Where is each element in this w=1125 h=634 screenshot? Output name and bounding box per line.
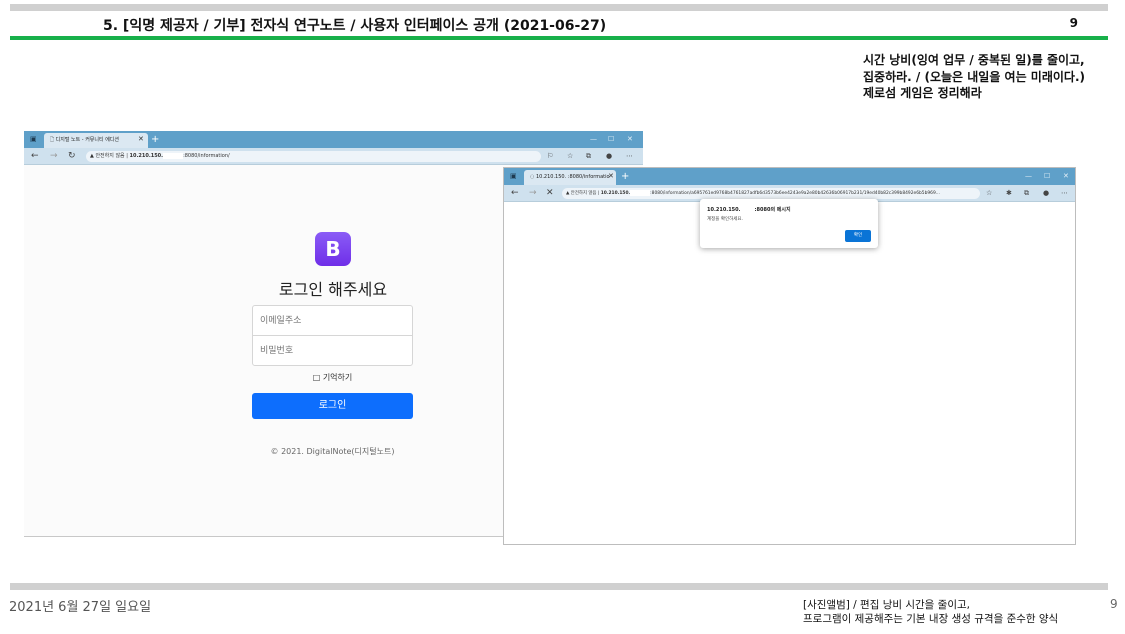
footer-date: 2021년 6월 27일 일요일 — [9, 600, 152, 615]
side-note-line: 시간 낭비(잉여 업무 / 중복된 일)를 줄이고, — [863, 53, 1085, 67]
new-tab-icon[interactable]: + — [621, 169, 629, 184]
side-note-line: 집중하라. / (오늘은 내일을 여는 미래이다.) — [863, 69, 1085, 84]
warning-icon: ▲ — [566, 191, 570, 196]
window-menu-icon[interactable]: ▣ — [510, 169, 517, 184]
reload-icon[interactable]: ↻ — [68, 148, 76, 165]
favorites-icon[interactable]: ☆ — [567, 148, 573, 165]
remember-me-checkbox[interactable]: □ 기억하기 — [252, 372, 413, 383]
url-field[interactable]: ▲ 안전하지 않음 | 10.210.150.:8080/information… — [562, 188, 980, 199]
dialog-message: 계정을 확인하세요. — [707, 217, 743, 222]
url-path: :8080/information/a695761ed9768b4761827a… — [650, 191, 940, 196]
back-icon[interactable]: ← — [31, 148, 39, 165]
back-icon[interactable]: ← — [511, 185, 519, 202]
top-divider-bar — [10, 4, 1108, 11]
dialog-title: 10.210.150. :8080의 메시지 — [707, 206, 791, 213]
tab-strip: ▣ ◌ 10.210.150. :8080/informatio ✕ + — ☐… — [504, 168, 1075, 185]
new-tab-icon[interactable]: + — [151, 132, 159, 147]
more-menu-icon[interactable]: ⋯ — [626, 148, 633, 165]
forward-icon[interactable]: → — [50, 148, 58, 165]
tab-title: 디지털 노트 - 커뮤니티 에디션 — [55, 137, 119, 143]
window-menu-icon[interactable]: ▣ — [30, 132, 37, 147]
bootstrap-logo: B — [315, 232, 351, 266]
close-window-icon[interactable]: ✕ — [1063, 169, 1069, 184]
login-heading: 로그인 해주세요 — [278, 280, 388, 299]
url-host: 10.210.150. — [600, 191, 631, 196]
copyright-text: © 2021. DigitalNote(디지털노트) — [270, 447, 395, 456]
address-bar: ← → ↻ ▲ 안전하지 않음 | 10.210.150.:8080/infor… — [24, 148, 643, 165]
collections-icon[interactable]: ⧉ — [586, 148, 591, 165]
tab-close-icon[interactable]: ✕ — [138, 132, 144, 147]
login-button[interactable]: 로그인 — [252, 393, 413, 419]
footer-caption: [사진앨범] / 편집 낭비 시간을 줄이고, 프로그램이 제공해주는 기본 내… — [803, 598, 1058, 626]
redacted-block — [163, 152, 184, 159]
header-page-number: 9 — [1069, 16, 1078, 30]
redacted-block — [630, 189, 651, 196]
stop-icon[interactable]: ✕ — [546, 185, 554, 202]
password-input[interactable] — [252, 335, 413, 366]
favorites-icon[interactable]: ☆ — [986, 185, 992, 202]
url-warning: 안전하지 않음 — [570, 191, 597, 196]
dialog-host: 10.210.150. — [707, 207, 741, 213]
forward-icon[interactable]: → — [529, 185, 537, 202]
maximize-icon[interactable]: ☐ — [608, 132, 614, 147]
browser-window-alert: ▣ ◌ 10.210.150. :8080/informatio ✕ + — ☐… — [503, 167, 1076, 545]
footer-caption-line: [사진앨범] / 편집 낭비 시간을 줄이고, — [803, 599, 970, 611]
close-window-icon[interactable]: ✕ — [627, 132, 633, 147]
header-green-rule — [10, 36, 1108, 40]
loading-icon: ◌ — [530, 174, 535, 180]
dialog-title-rest: :8080의 메시지 — [754, 207, 791, 213]
redacted-block — [740, 206, 755, 211]
tab-close-icon[interactable]: ✕ — [608, 169, 614, 184]
extensions-icon[interactable]: ✱ — [1006, 185, 1012, 202]
page-icon: 🗋 — [50, 137, 55, 143]
alert-dialog: 10.210.150. :8080의 메시지 계정을 확인하세요. 확인 — [700, 199, 878, 248]
url-warning: 안전하지 않음 — [95, 153, 125, 159]
tab-strip: ▣ 🗋 디지털 노트 - 커뮤니티 에디션 ✕ + — ☐ ✕ — [24, 131, 643, 148]
more-menu-icon[interactable]: ⋯ — [1061, 185, 1068, 202]
tab-title: 10.210.150. :8080/informatio — [535, 174, 610, 180]
url-host: 10.210.150. — [129, 153, 164, 159]
read-aloud-icon[interactable]: ⚐ — [547, 148, 553, 165]
side-note-line: 제로섬 게임은 정리해라 — [863, 86, 982, 100]
warning-icon: ▲ — [90, 153, 94, 159]
browser-tab[interactable]: 🗋 디지털 노트 - 커뮤니티 에디션 — [44, 133, 148, 148]
maximize-icon[interactable]: ☐ — [1044, 169, 1050, 184]
footer-page-number: 9 — [1110, 597, 1118, 611]
url-field[interactable]: ▲ 안전하지 않음 | 10.210.150.:8080/information… — [86, 151, 541, 162]
email-input[interactable] — [252, 305, 413, 336]
profile-icon[interactable]: ● — [1043, 185, 1049, 202]
slide-title: 5. [익명 제공자 / 기부] 전자식 연구노트 / 사용자 인터페이스 공개… — [103, 18, 607, 34]
side-note: 시간 낭비(잉여 업무 / 중복된 일)를 줄이고, 집중하라. / (오늘은 … — [863, 52, 1085, 102]
bottom-divider-bar — [10, 583, 1108, 590]
browser-tab[interactable]: ◌ 10.210.150. :8080/informatio — [524, 170, 616, 185]
minimize-icon[interactable]: — — [1025, 169, 1032, 184]
dialog-ok-button[interactable]: 확인 — [845, 230, 871, 242]
minimize-icon[interactable]: — — [590, 132, 597, 147]
footer-caption-line: 프로그램이 제공해주는 기본 내장 생성 규격을 준수한 양식 — [803, 613, 1059, 625]
slide-header: 5. [익명 제공자 / 기부] 전자식 연구노트 / 사용자 인터페이스 공개… — [10, 11, 1108, 37]
collections-icon[interactable]: ⧉ — [1024, 185, 1029, 202]
profile-icon[interactable]: ● — [606, 148, 612, 165]
url-path: :8080/information/ — [183, 153, 230, 159]
